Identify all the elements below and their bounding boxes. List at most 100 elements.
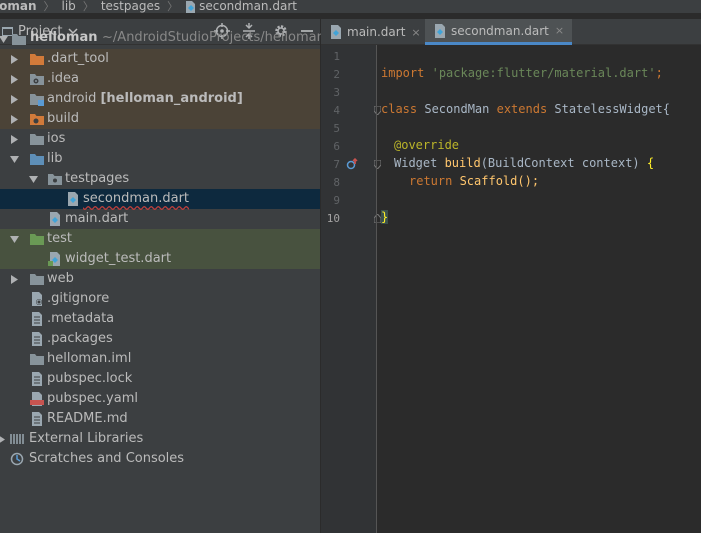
tree-label-helloman-iml: helloman.iml <box>47 351 132 366</box>
source-folder-icon <box>30 154 44 165</box>
dart-file-icon <box>68 192 78 206</box>
dart-file-icon <box>50 212 60 226</box>
text-file-icon <box>32 312 42 326</box>
tree-row-root[interactable]: helloman ~/AndroidStudioProjects/helloma… <box>0 29 325 49</box>
chevron-right-icon[interactable] <box>10 115 19 124</box>
breadcrumb-testpages[interactable]: testpages <box>101 0 160 13</box>
tree-label-readme: README.md <box>47 411 128 426</box>
code-line-2: import 'package:flutter/material.dart'; <box>381 66 663 80</box>
tree-row-metadata[interactable]: .metadata <box>0 309 320 329</box>
excluded-folder-icon <box>30 114 44 125</box>
settings-folder-icon <box>30 74 44 85</box>
tree-row-external-libraries[interactable]: External Libraries <box>0 429 320 449</box>
chevron-right-icon[interactable] <box>10 135 19 144</box>
chevron-right-icon[interactable] <box>10 75 19 84</box>
tree-label-android: android [helloman_android] <box>47 91 243 106</box>
breadcrumb-file[interactable]: secondman.dart <box>199 0 297 13</box>
dart-file-icon <box>331 25 341 39</box>
tree-label-packages: .packages <box>47 331 113 346</box>
tree-row-widget-test[interactable]: widget_test.dart <box>0 249 320 269</box>
text-file-icon <box>32 372 42 386</box>
tab-main-dart[interactable]: main.dart × <box>329 19 421 45</box>
tree-row-helloman-iml[interactable]: helloman.iml <box>0 349 320 369</box>
tree-label-metadata: .metadata <box>47 311 115 326</box>
chevron-right-icon[interactable] <box>10 275 19 284</box>
tree-label-test: test <box>47 231 72 246</box>
ignore-file-icon <box>32 292 42 306</box>
tree-row-testpages[interactable]: testpages <box>0 169 320 189</box>
test-folder-icon <box>30 234 44 245</box>
tree-label-ios: ios <box>47 131 66 146</box>
code-editor[interactable]: 1 2 3 4 5 6 7 8 9 10 import 'package:flu… <box>321 45 701 533</box>
chevron-down-icon[interactable] <box>10 235 19 244</box>
folder-icon <box>12 34 26 45</box>
tree-label-build: build <box>47 111 79 126</box>
line-number: 4 <box>333 104 340 117</box>
excluded-folder-icon <box>30 54 44 65</box>
line-number: 9 <box>333 194 340 207</box>
tree-row-dart-tool[interactable]: .dart_tool <box>0 49 320 69</box>
tree-row-gitignore[interactable]: .gitignore <box>0 289 320 309</box>
tree-row-pubspec-yaml[interactable]: pubspec.yaml <box>0 389 320 409</box>
tree-label-widget-test: widget_test.dart <box>65 251 172 266</box>
tree-row-pubspec-lock[interactable]: pubspec.lock <box>0 369 320 389</box>
close-icon[interactable]: × <box>411 26 420 39</box>
tree-row-idea[interactable]: .idea <box>0 69 320 89</box>
breadcrumb-separator-icon: 〉 <box>167 0 179 13</box>
breadcrumb: loman 〉 lib 〉 testpages 〉 secondman.dart <box>0 0 701 13</box>
tree-label-scratches: Scratches and Consoles <box>29 451 185 466</box>
breadcrumb-lib[interactable]: lib <box>62 0 76 13</box>
chevron-down-icon[interactable] <box>10 155 19 164</box>
chevron-right-icon[interactable] <box>10 55 19 64</box>
tree-row-lib[interactable]: lib <box>0 149 320 169</box>
scratches-icon <box>10 452 24 466</box>
chevron-down-icon[interactable] <box>29 175 38 184</box>
chevron-right-icon[interactable] <box>10 95 19 104</box>
tree-root-label: helloman ~/AndroidStudioProjects/helloma… <box>30 30 325 45</box>
breadcrumb-separator-icon: 〉 <box>82 0 94 13</box>
tree-label-secondman-dart: secondman.dart <box>83 191 190 206</box>
code-line-10: } <box>381 210 389 224</box>
breadcrumb-project[interactable]: loman <box>0 0 37 13</box>
tree-row-main-dart[interactable]: main.dart <box>0 209 320 229</box>
tree-row-android[interactable]: android [helloman_android] <box>0 89 320 109</box>
module-file-icon <box>30 354 44 365</box>
chevron-down-icon[interactable] <box>0 35 8 44</box>
tree-label-testpages: testpages <box>65 171 130 186</box>
line-number: 8 <box>333 176 340 189</box>
tree-row-scratches[interactable]: Scratches and Consoles <box>0 449 320 469</box>
tab-secondman-dart[interactable]: secondman.dart × <box>425 19 573 45</box>
tree-label-main-dart: main.dart <box>65 211 129 226</box>
package-folder-icon <box>48 174 62 185</box>
tree-label-pubspec-lock: pubspec.lock <box>47 371 133 386</box>
editor-tab-bar: main.dart × secondman.dart × <box>321 19 701 45</box>
module-folder-icon <box>30 94 44 106</box>
dart-file-icon <box>186 1 196 13</box>
breadcrumb-separator-icon: 〉 <box>43 0 55 13</box>
line-number: 3 <box>333 86 340 99</box>
tree-label-lib: lib <box>47 151 63 166</box>
editor-gutter: 1 2 3 4 5 6 7 8 9 10 <box>321 45 381 533</box>
dart-file-icon <box>435 23 445 38</box>
tree-row-ios[interactable]: ios <box>0 129 320 149</box>
code-line-8: return Scaffold(); <box>409 174 540 188</box>
tree-row-test[interactable]: test <box>0 229 320 249</box>
override-marker-icon[interactable] <box>346 158 358 170</box>
tree-label-idea: .idea <box>47 71 79 86</box>
chevron-right-icon[interactable] <box>0 435 6 444</box>
folder-icon <box>30 134 44 145</box>
tree-label-web: web <box>47 271 74 286</box>
tree-label-external-libraries: External Libraries <box>29 431 144 446</box>
code-line-6: @override <box>394 138 460 152</box>
close-icon[interactable]: × <box>555 24 564 37</box>
tab-label: main.dart <box>347 25 406 39</box>
tree-row-web[interactable]: web <box>0 269 320 289</box>
text-file-icon <box>32 332 42 346</box>
tree-row-build[interactable]: build <box>0 109 320 129</box>
tree-row-packages[interactable]: .packages <box>0 329 320 349</box>
tab-label: secondman.dart <box>451 23 549 38</box>
tree-row-secondman-dart[interactable]: secondman.dart <box>0 189 320 209</box>
tree-label-dart-tool: .dart_tool <box>47 51 109 66</box>
tree-row-readme[interactable]: README.md <box>0 409 320 429</box>
gutter-divider <box>376 45 377 533</box>
